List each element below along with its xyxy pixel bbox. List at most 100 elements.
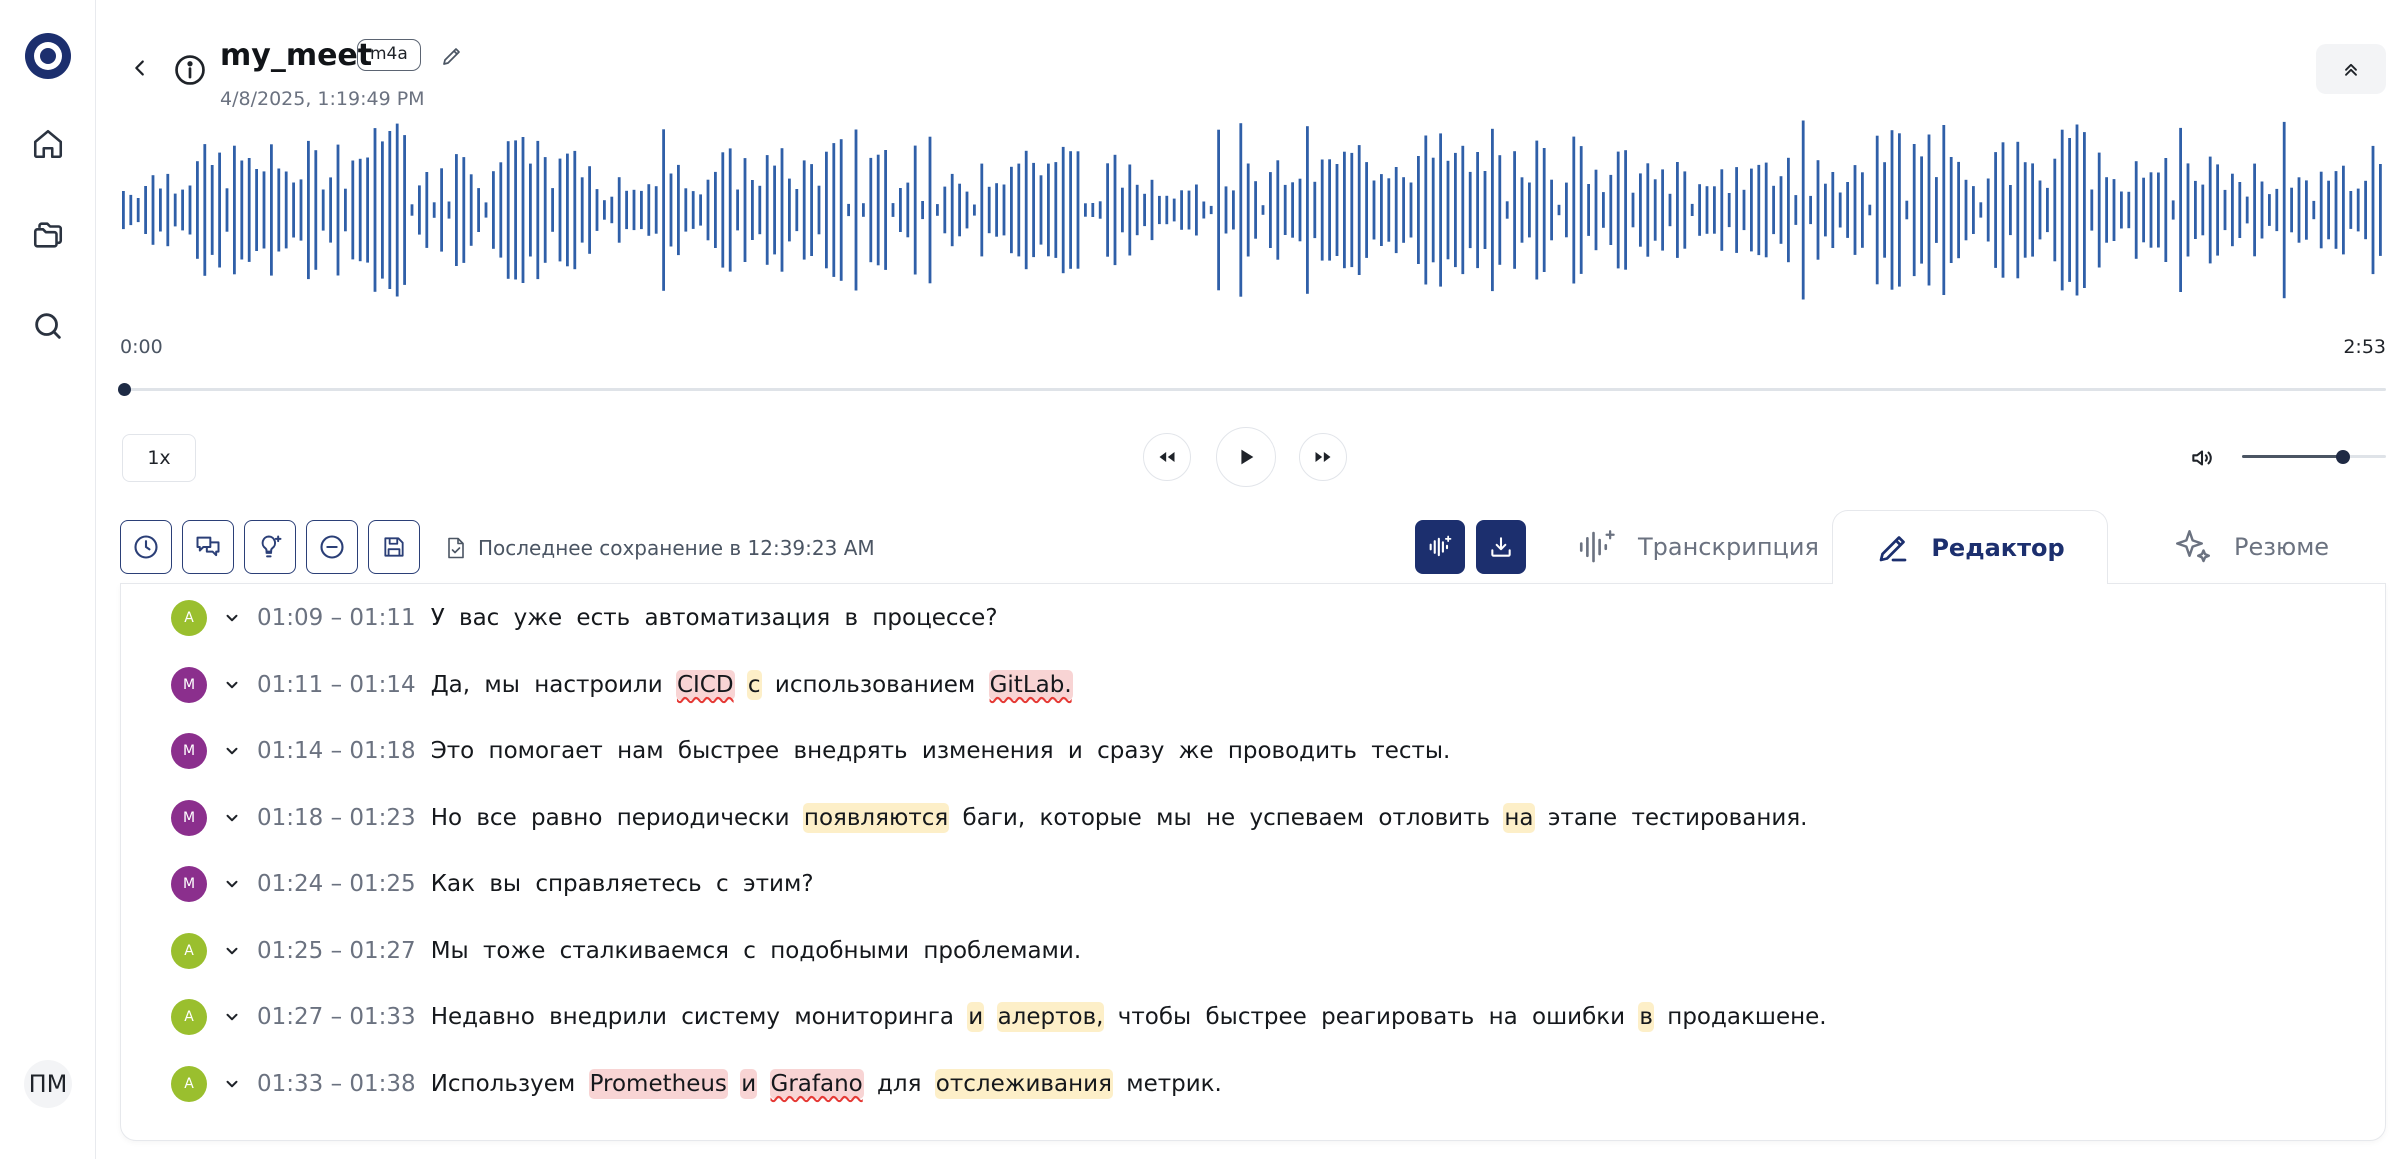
transcript-segment[interactable]: М 01:14 – 01:18 Это помогает нам быстрее в… [171,729,1451,773]
chevron-down-icon[interactable] [217,803,247,833]
word[interactable]: проблемами. [922,936,1082,966]
sidebar-item-search[interactable] [24,302,72,350]
speaker-avatar[interactable]: М [171,666,207,703]
word[interactable]: на [1488,1002,1519,1032]
speaker-avatar[interactable]: М [171,866,207,902]
chevron-down-icon[interactable] [217,670,247,700]
segment-text[interactable]: Мы тоже сталкиваемся с подобными проблем… [430,938,1082,964]
transcript-segment[interactable]: М 01:24 – 01:25 Как вы справляетесь с этим… [171,862,815,906]
flagged-word[interactable]: и [740,1068,758,1099]
word[interactable]: вы [488,869,522,899]
word[interactable]: которые [1038,803,1142,833]
flagged-word[interactable]: и [967,1002,985,1032]
remove-button[interactable] [306,520,358,574]
word[interactable]: автоматизация [643,603,831,633]
word[interactable]: в [843,603,859,633]
chevron-down-icon[interactable] [217,1069,247,1099]
word[interactable]: для [876,1069,922,1099]
word[interactable]: нам [616,736,664,766]
word[interactable]: изменения [921,736,1055,766]
tab-summary[interactable]: Резюме [2172,510,2329,584]
volume-slider[interactable] [2242,448,2386,466]
word[interactable]: периодически [616,803,791,833]
sidebar-item-folders[interactable] [24,211,72,259]
word[interactable]: мониторинга [793,1002,955,1032]
word[interactable]: мы [483,670,521,700]
save-button[interactable] [368,520,420,574]
flagged-word[interactable]: Grafano [769,1068,864,1099]
flagged-word[interactable]: в [1638,1002,1654,1032]
word[interactable]: с [742,936,757,966]
word[interactable]: У [430,603,446,633]
transcript-segment[interactable]: М 01:11 – 01:14 Да, мы настроили CICD с ис… [171,663,1073,707]
word[interactable]: отловить [1377,803,1491,833]
word[interactable]: сталкиваемся [559,936,730,966]
word[interactable]: метрик. [1125,1069,1223,1099]
audio-waveform[interactable] [120,110,2386,310]
word[interactable]: Недавно [430,1002,536,1032]
play-button[interactable] [1216,427,1276,487]
word[interactable]: все [475,803,517,833]
ideas-button[interactable] [244,520,296,574]
segment-text[interactable]: Недавно внедрили систему мониторинга и а… [430,1002,1828,1032]
word[interactable]: Да, [430,670,471,700]
segment-text[interactable]: Используем Prometheus и Grafano для отсл… [430,1068,1223,1099]
chevron-down-icon[interactable] [217,1002,247,1032]
flagged-word[interactable]: отслеживания [934,1068,1113,1099]
progress-thumb[interactable] [118,383,131,396]
speaker-avatar[interactable]: А [171,600,207,636]
edit-title-button[interactable] [436,40,468,72]
sidebar-item-home[interactable] [24,120,72,168]
speaker-avatar[interactable]: А [171,1065,207,1102]
flagged-word[interactable]: с [746,669,762,700]
speaker-avatar[interactable]: А [171,932,207,969]
word[interactable]: помогает [488,736,604,766]
speaker-avatar[interactable]: М [171,799,207,836]
transcript-segment[interactable]: М 01:18 – 01:23 Но все равно периодически … [171,796,1808,840]
flagged-word[interactable]: алертов, [996,1002,1105,1032]
word[interactable]: равно [530,803,603,833]
word[interactable]: систему [680,1002,781,1032]
word[interactable]: успеваем [1248,803,1365,833]
segment-text[interactable]: Как вы справляетесь с этим? [430,871,815,897]
speakers-button[interactable] [182,520,234,574]
word[interactable]: Это [430,736,476,766]
word[interactable]: подобными [769,936,910,966]
info-button[interactable] [172,52,208,88]
flagged-word[interactable]: CICD [675,669,735,700]
transcript-segment[interactable]: А 01:27 – 01:33 Недавно внедрили систему м… [171,995,1828,1039]
word[interactable]: мы [1155,803,1193,833]
word[interactable]: использованием [774,670,976,700]
timestamps-toggle-button[interactable] [120,520,172,574]
speaker-avatar[interactable]: А [171,999,207,1035]
segment-text[interactable]: Но все равно периодически появляются баг… [430,802,1809,833]
flagged-word[interactable]: появляются [802,802,950,833]
speaker-avatar[interactable]: М [171,733,207,769]
word[interactable]: баги, [962,803,1027,833]
logo-ring-icon[interactable] [24,32,72,80]
transcript-segment[interactable]: А 01:25 – 01:27 Мы тоже сталкиваемся с под… [171,929,1082,973]
word[interactable]: настроили [533,670,663,700]
chevron-down-icon[interactable] [217,603,247,633]
volume-button[interactable] [2186,442,2218,474]
word[interactable]: Используем [430,1069,577,1099]
word[interactable]: есть [575,603,631,633]
tab-editor[interactable]: Редактор [1832,510,2108,584]
word[interactable]: проводить [1227,736,1358,766]
voice-ai-button[interactable] [1415,520,1465,574]
back-button[interactable] [124,52,156,84]
transcript-segment[interactable]: А 01:33 – 01:38 Используем Prometheus и Gr… [171,1062,1223,1106]
word[interactable]: Но [430,803,463,833]
word[interactable]: сразу [1096,736,1165,766]
flagged-word[interactable]: на [1503,802,1535,833]
user-avatar[interactable]: ПМ [24,1060,72,1108]
segment-text[interactable]: У вас уже есть автоматизация в процессе? [430,605,999,631]
word[interactable]: же [1178,736,1215,766]
word[interactable]: и [1067,736,1084,766]
transcript-segment[interactable]: А 01:09 – 01:11 У вас уже есть автоматизац… [171,596,999,640]
word[interactable]: этим? [742,869,815,899]
word[interactable]: с [715,869,730,899]
word[interactable]: чтобы [1117,1002,1192,1032]
rewind-button[interactable] [1143,433,1191,481]
volume-thumb[interactable] [2335,450,2350,464]
